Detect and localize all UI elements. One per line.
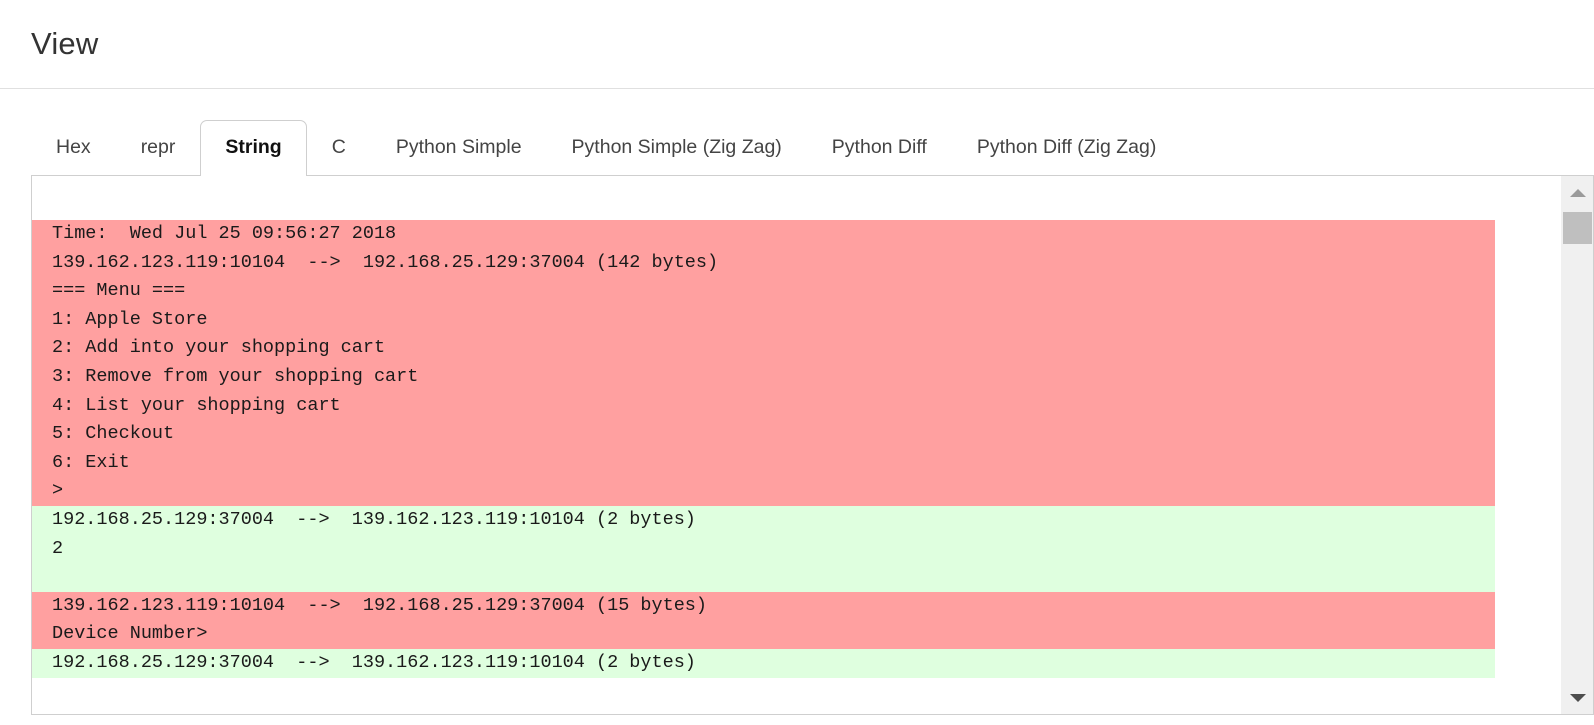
- tab-python-simple[interactable]: Python Simple: [371, 120, 547, 176]
- log-block-inbound: 192.168.25.129:37004 --> 139.162.123.119…: [32, 648, 1495, 678]
- log-line: >: [52, 480, 64, 502]
- tab-python-simple-zig-zag[interactable]: Python Simple (Zig Zag): [547, 120, 807, 176]
- scrollbar-up-button[interactable]: [1561, 176, 1593, 209]
- vertical-scrollbar[interactable]: [1560, 176, 1593, 714]
- tab-label: Python Diff (Zig Zag): [976, 135, 1157, 158]
- scrollbar-thumb[interactable]: [1563, 212, 1592, 244]
- tab-python-diff-zig-zag[interactable]: Python Diff (Zig Zag): [952, 120, 1182, 176]
- tab-label: String: [225, 135, 282, 158]
- log-line: 192.168.25.129:37004 --> 139.162.123.119…: [52, 651, 696, 673]
- scrollbar-down-button[interactable]: [1561, 681, 1593, 714]
- log-line: 6: Exit: [52, 451, 130, 473]
- tab-string[interactable]: String: [200, 119, 307, 176]
- log-line: 139.162.123.119:10104 --> 192.168.25.129…: [52, 594, 708, 616]
- log-content: Time: Wed Jul 25 09:56:27 2018 139.162.12…: [32, 176, 1560, 678]
- tab-label: Python Simple: [395, 135, 522, 158]
- log-line: Time: Wed Jul 25 09:56:27 2018: [52, 223, 397, 244]
- log-line: 139.162.123.119:10104 --> 192.168.25.129…: [52, 251, 719, 273]
- log-line: 3: Remove from your shopping cart: [52, 365, 419, 387]
- log-line: 2: [52, 537, 64, 559]
- log-line: Device Number>: [52, 623, 208, 645]
- log-line: === Menu ===: [52, 280, 186, 302]
- log-block-inbound: 192.168.25.129:37004 --> 139.162.123.119…: [32, 505, 1495, 592]
- tab-label: Hex: [56, 135, 91, 158]
- log-line: 5: Checkout: [52, 423, 175, 445]
- page-header: View: [0, 0, 1594, 89]
- log-line: 4: List your shopping cart: [52, 394, 341, 416]
- tab-label: C: [331, 135, 346, 158]
- log-block-outbound: Time: Wed Jul 25 09:56:27 2018 139.162.12…: [32, 220, 1495, 506]
- log-line: 1: Apple Store: [52, 308, 208, 330]
- triangle-up-icon: [1569, 188, 1586, 197]
- tab-c[interactable]: C: [307, 120, 371, 176]
- log-block-outbound: 139.162.123.119:10104 --> 192.168.25.129…: [32, 591, 1495, 649]
- tab-repr[interactable]: repr: [116, 120, 201, 176]
- tab-list: Hex repr String C Python Simple Python Simple…: [0, 117, 1594, 176]
- tab-hex[interactable]: Hex: [31, 120, 116, 176]
- view-content-panel: Time: Wed Jul 25 09:56:27 2018 139.162.12…: [31, 175, 1594, 715]
- scrollbar-track[interactable]: [1561, 209, 1593, 681]
- triangle-down-icon: [1569, 693, 1586, 702]
- log-viewport[interactable]: Time: Wed Jul 25 09:56:27 2018 139.162.12…: [32, 176, 1560, 714]
- log-line: 192.168.25.129:37004 --> 139.162.123.119…: [52, 508, 696, 530]
- log-line: 2: Add into your shopping cart: [52, 337, 386, 359]
- tab-label: repr: [140, 135, 176, 158]
- tab-bar-region: Hex repr String C Python Simple Python Simple…: [0, 89, 1594, 176]
- tab-python-diff[interactable]: Python Diff: [807, 120, 952, 176]
- tab-label: Python Diff: [831, 135, 927, 158]
- page-title: View: [31, 26, 99, 61]
- tab-label: Python Simple (Zig Zag): [571, 135, 782, 158]
